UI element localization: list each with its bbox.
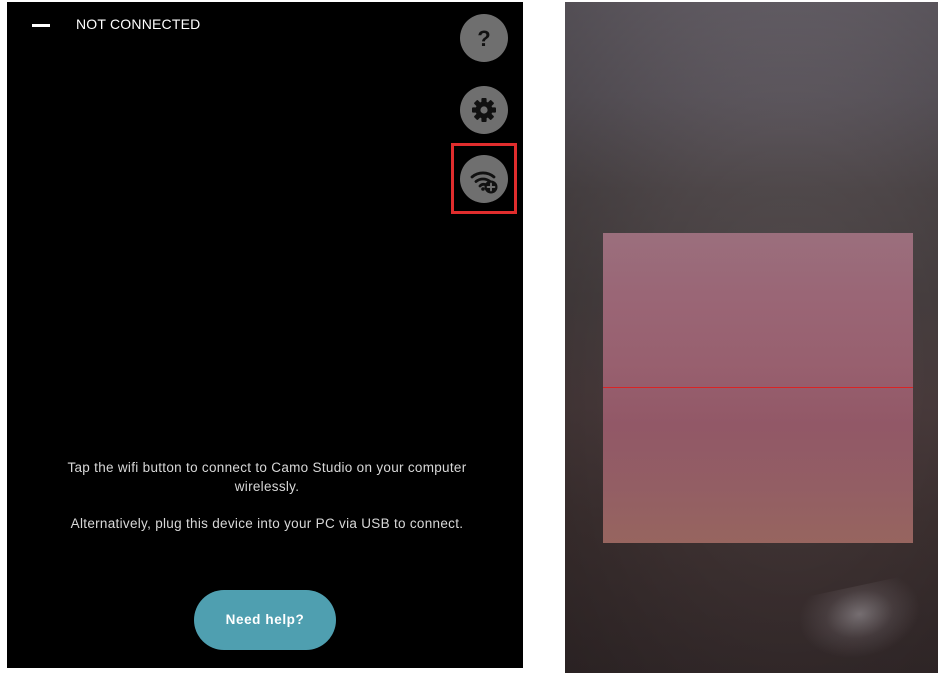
wifi-add-icon <box>470 171 498 194</box>
question-mark-icon: ? <box>477 26 490 51</box>
usb-instruction-text: Alternatively, plug this device into you… <box>70 516 464 531</box>
screenshot-composite: NOT CONNECTED ? Tap the wifi button to c… <box>0 0 944 675</box>
wifi-instruction-text: Tap the wifi button to connect to Camo S… <box>67 460 467 494</box>
wifi-connect-button[interactable] <box>460 155 508 203</box>
gear-icon <box>472 98 496 122</box>
settings-button[interactable] <box>460 86 508 134</box>
need-help-button[interactable]: Need help? <box>194 590 336 650</box>
scan-frame <box>603 233 913 543</box>
help-button-label: ? <box>477 26 490 51</box>
camera-preview <box>565 2 938 673</box>
help-button[interactable]: ? <box>460 14 508 62</box>
scan-line <box>603 387 913 388</box>
connection-status: NOT CONNECTED <box>76 16 201 32</box>
menu-dash-icon[interactable] <box>32 24 50 27</box>
app-screen: NOT CONNECTED ? Tap the wifi button to c… <box>7 2 523 668</box>
